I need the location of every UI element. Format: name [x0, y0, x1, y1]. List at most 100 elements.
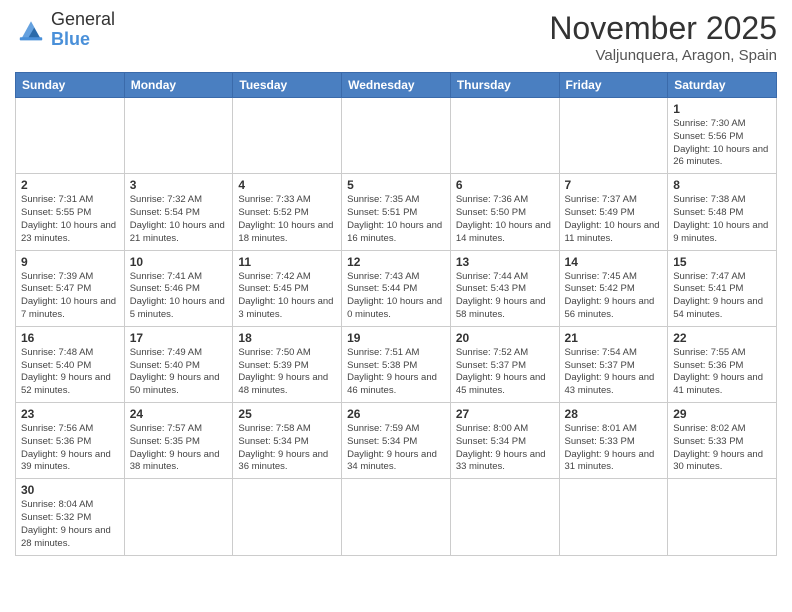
day-number: 9	[21, 255, 119, 269]
day-number: 16	[21, 331, 119, 345]
day-info: Sunrise: 7:36 AM Sunset: 5:50 PM Dayligh…	[456, 194, 554, 245]
day-info: Sunrise: 7:54 AM Sunset: 5:37 PM Dayligh…	[565, 347, 663, 398]
day-info: Sunrise: 7:57 AM Sunset: 5:35 PM Dayligh…	[130, 423, 228, 474]
calendar-row: 30 Sunrise: 8:04 AM Sunset: 5:32 PM Dayli…	[16, 479, 777, 555]
table-row: 16Sunrise: 7:48 AM Sunset: 5:40 PM Dayli…	[16, 326, 125, 402]
day-number: 29	[673, 407, 771, 421]
table-row: 14 Sunrise: 7:45 AM Sunset: 5:42 PM Dayli…	[559, 250, 668, 326]
table-row: 10Sunrise: 7:41 AM Sunset: 5:46 PM Dayli…	[124, 250, 233, 326]
table-row: 17Sunrise: 7:49 AM Sunset: 5:40 PM Dayli…	[124, 326, 233, 402]
day-number: 1	[673, 102, 771, 116]
col-saturday: Saturday	[668, 73, 777, 98]
table-row	[450, 98, 559, 174]
table-row	[559, 479, 668, 555]
day-info: Sunrise: 8:01 AM Sunset: 5:33 PM Dayligh…	[565, 423, 663, 474]
table-row: 2 Sunrise: 7:31 AM Sunset: 5:55 PM Daylig…	[16, 174, 125, 250]
month-title: November 2025	[549, 10, 777, 47]
day-info: Sunrise: 7:56 AM Sunset: 5:36 PM Dayligh…	[21, 423, 119, 474]
day-number: 15	[673, 255, 771, 269]
day-info: Sunrise: 7:31 AM Sunset: 5:55 PM Dayligh…	[21, 194, 119, 245]
table-row: 7Sunrise: 7:37 AM Sunset: 5:49 PM Daylig…	[559, 174, 668, 250]
table-row	[450, 479, 559, 555]
table-row: 20 Sunrise: 7:52 AM Sunset: 5:37 PM Dayli…	[450, 326, 559, 402]
day-info: Sunrise: 7:58 AM Sunset: 5:34 PM Dayligh…	[238, 423, 336, 474]
table-row: 25 Sunrise: 7:58 AM Sunset: 5:34 PM Dayli…	[233, 403, 342, 479]
logo: General Blue	[15, 10, 115, 50]
day-info: Sunrise: 7:39 AM Sunset: 5:47 PM Dayligh…	[21, 271, 119, 322]
day-info: Sunrise: 7:38 AM Sunset: 5:48 PM Dayligh…	[673, 194, 771, 245]
table-row	[233, 479, 342, 555]
day-number: 25	[238, 407, 336, 421]
col-sunday: Sunday	[16, 73, 125, 98]
day-number: 18	[238, 331, 336, 345]
day-info: Sunrise: 8:04 AM Sunset: 5:32 PM Dayligh…	[21, 499, 119, 550]
table-row: 15 Sunrise: 7:47 AM Sunset: 5:41 PM Dayli…	[668, 250, 777, 326]
table-row	[124, 98, 233, 174]
day-info: Sunrise: 7:45 AM Sunset: 5:42 PM Dayligh…	[565, 271, 663, 322]
table-row: 29 Sunrise: 8:02 AM Sunset: 5:33 PM Dayli…	[668, 403, 777, 479]
day-number: 5	[347, 178, 445, 192]
logo-general: General	[51, 10, 115, 30]
day-info: Sunrise: 8:02 AM Sunset: 5:33 PM Dayligh…	[673, 423, 771, 474]
table-row: 4Sunrise: 7:33 AM Sunset: 5:52 PM Daylig…	[233, 174, 342, 250]
day-info: Sunrise: 7:59 AM Sunset: 5:34 PM Dayligh…	[347, 423, 445, 474]
day-number: 24	[130, 407, 228, 421]
header: General Blue November 2025 Valjunquera, …	[15, 10, 777, 64]
day-number: 20	[456, 331, 554, 345]
table-row: 27Sunrise: 8:00 AM Sunset: 5:34 PM Dayli…	[450, 403, 559, 479]
day-info: Sunrise: 7:42 AM Sunset: 5:45 PM Dayligh…	[238, 271, 336, 322]
table-row: 22 Sunrise: 7:55 AM Sunset: 5:36 PM Dayli…	[668, 326, 777, 402]
title-section: November 2025 Valjunquera, Aragon, Spain	[549, 10, 777, 64]
table-row: 12Sunrise: 7:43 AM Sunset: 5:44 PM Dayli…	[342, 250, 451, 326]
table-row	[124, 479, 233, 555]
day-info: Sunrise: 7:37 AM Sunset: 5:49 PM Dayligh…	[565, 194, 663, 245]
table-row: 13 Sunrise: 7:44 AM Sunset: 5:43 PM Dayli…	[450, 250, 559, 326]
day-number: 6	[456, 178, 554, 192]
day-number: 4	[238, 178, 336, 192]
day-number: 17	[130, 331, 228, 345]
day-info: Sunrise: 7:52 AM Sunset: 5:37 PM Dayligh…	[456, 347, 554, 398]
day-number: 11	[238, 255, 336, 269]
day-number: 3	[130, 178, 228, 192]
day-info: Sunrise: 7:55 AM Sunset: 5:36 PM Dayligh…	[673, 347, 771, 398]
calendar-row: 1Sunrise: 7:30 AM Sunset: 5:56 PM Daylig…	[16, 98, 777, 174]
table-row	[668, 479, 777, 555]
table-row: 1Sunrise: 7:30 AM Sunset: 5:56 PM Daylig…	[668, 98, 777, 174]
day-number: 30	[21, 483, 119, 497]
calendar: Sunday Monday Tuesday Wednesday Thursday…	[15, 72, 777, 556]
col-friday: Friday	[559, 73, 668, 98]
day-info: Sunrise: 7:32 AM Sunset: 5:54 PM Dayligh…	[130, 194, 228, 245]
col-tuesday: Tuesday	[233, 73, 342, 98]
table-row: 30 Sunrise: 8:04 AM Sunset: 5:32 PM Dayli…	[16, 479, 125, 555]
table-row: 26 Sunrise: 7:59 AM Sunset: 5:34 PM Dayli…	[342, 403, 451, 479]
day-info: Sunrise: 8:00 AM Sunset: 5:34 PM Dayligh…	[456, 423, 554, 474]
subtitle: Valjunquera, Aragon, Spain	[549, 47, 777, 64]
table-row	[559, 98, 668, 174]
day-info: Sunrise: 7:44 AM Sunset: 5:43 PM Dayligh…	[456, 271, 554, 322]
page: General Blue November 2025 Valjunquera, …	[0, 0, 792, 612]
table-row: 8 Sunrise: 7:38 AM Sunset: 5:48 PM Daylig…	[668, 174, 777, 250]
logo-text: General Blue	[51, 10, 115, 50]
day-number: 26	[347, 407, 445, 421]
table-row: 28Sunrise: 8:01 AM Sunset: 5:33 PM Dayli…	[559, 403, 668, 479]
day-number: 14	[565, 255, 663, 269]
table-row: 3 Sunrise: 7:32 AM Sunset: 5:54 PM Daylig…	[124, 174, 233, 250]
table-row: 18Sunrise: 7:50 AM Sunset: 5:39 PM Dayli…	[233, 326, 342, 402]
table-row	[16, 98, 125, 174]
col-thursday: Thursday	[450, 73, 559, 98]
logo-icon	[15, 16, 47, 44]
day-info: Sunrise: 7:43 AM Sunset: 5:44 PM Dayligh…	[347, 271, 445, 322]
day-number: 2	[21, 178, 119, 192]
table-row: 11 Sunrise: 7:42 AM Sunset: 5:45 PM Dayli…	[233, 250, 342, 326]
day-number: 22	[673, 331, 771, 345]
calendar-row: 23Sunrise: 7:56 AM Sunset: 5:36 PM Dayli…	[16, 403, 777, 479]
logo-blue: Blue	[51, 29, 90, 49]
table-row: 6 Sunrise: 7:36 AM Sunset: 5:50 PM Daylig…	[450, 174, 559, 250]
day-info: Sunrise: 7:47 AM Sunset: 5:41 PM Dayligh…	[673, 271, 771, 322]
day-number: 13	[456, 255, 554, 269]
table-row: 21Sunrise: 7:54 AM Sunset: 5:37 PM Dayli…	[559, 326, 668, 402]
calendar-row: 2 Sunrise: 7:31 AM Sunset: 5:55 PM Daylig…	[16, 174, 777, 250]
calendar-header-row: Sunday Monday Tuesday Wednesday Thursday…	[16, 73, 777, 98]
day-number: 8	[673, 178, 771, 192]
day-info: Sunrise: 7:35 AM Sunset: 5:51 PM Dayligh…	[347, 194, 445, 245]
